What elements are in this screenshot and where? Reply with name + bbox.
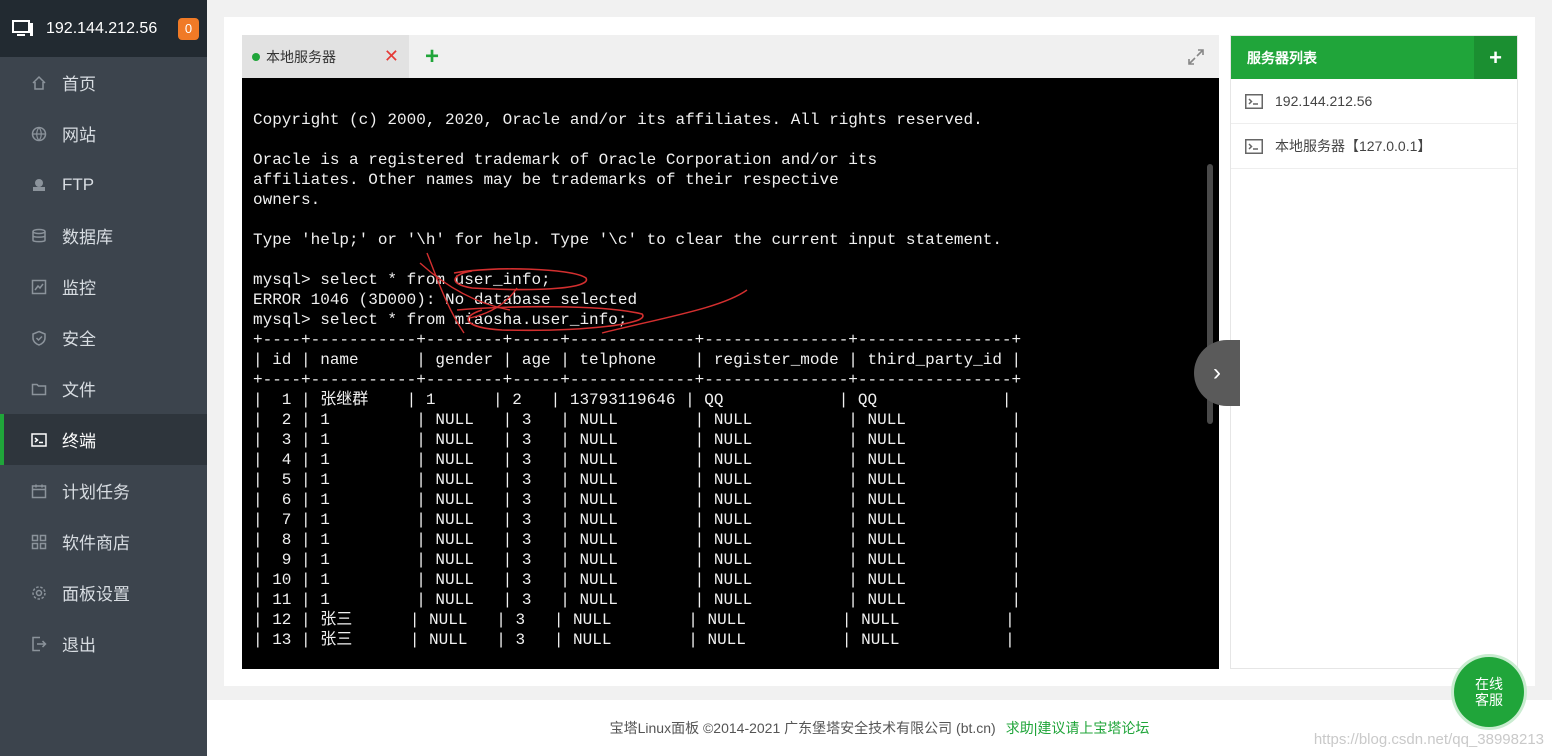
watermark: https://blog.csdn.net/qq_38998213 bbox=[1313, 731, 1544, 748]
globe-icon bbox=[30, 125, 48, 143]
sidebar-item-label: 监控 bbox=[62, 279, 96, 298]
sidebar-item-store[interactable]: 软件商店 bbox=[0, 516, 207, 567]
sidebar-item-home[interactable]: 首页 bbox=[0, 57, 207, 108]
tab-local-server[interactable]: 本地服务器 ✕ bbox=[242, 35, 409, 78]
sidebar-item-monitor[interactable]: 监控 bbox=[0, 261, 207, 312]
ftp-icon bbox=[30, 176, 48, 194]
fullscreen-icon[interactable] bbox=[1187, 48, 1205, 66]
terminal-window: 本地服务器 ✕ + Copyright (c) 2000, 2020, Orac… bbox=[242, 35, 1219, 669]
terminal-icon bbox=[1245, 138, 1263, 154]
sidebar-item-label: 计划任务 bbox=[62, 483, 130, 502]
sidebar-item-label: FTP bbox=[62, 174, 95, 194]
online-support-button[interactable]: 在线 客服 bbox=[1454, 657, 1524, 727]
sidebar-item-logout[interactable]: 退出 bbox=[0, 618, 207, 669]
sidebar-nav: 首页 网站 FTP 数据库 监控 安全 文件 终端 计划任务 软件商店 面板设置… bbox=[0, 57, 207, 669]
sidebar-header: 192.144.212.56 0 bbox=[0, 0, 207, 57]
terminal-line: | 3 | 1 | NULL | 3 | NULL | NULL | NULL … bbox=[253, 431, 1022, 449]
terminal-line: | 9 | 1 | NULL | 3 | NULL | NULL | NULL … bbox=[253, 551, 1022, 569]
server-item-label: 192.144.212.56 bbox=[1275, 93, 1373, 109]
shield-icon bbox=[30, 329, 48, 347]
calendar-icon bbox=[30, 482, 48, 500]
terminal-line: +----+-----------+--------+-----+-------… bbox=[253, 331, 1022, 349]
server-item[interactable]: 192.144.212.56 bbox=[1231, 79, 1517, 124]
add-server-button[interactable]: + bbox=[1474, 36, 1517, 79]
terminal-tab-bar: 本地服务器 ✕ + bbox=[242, 35, 1219, 78]
terminal-line: ERROR 1046 (3D000): No database selected bbox=[253, 291, 638, 309]
terminal-line: | 10 | 1 | NULL | 3 | NULL | NULL | NULL… bbox=[253, 571, 1022, 589]
status-dot-icon bbox=[252, 52, 260, 61]
terminal-line: mysql> select * from user_info; bbox=[253, 271, 551, 289]
main-panel: 本地服务器 ✕ + Copyright (c) 2000, 2020, Orac… bbox=[224, 17, 1535, 686]
server-list-header: 服务器列表 + bbox=[1231, 36, 1517, 79]
terminal-line: Type 'help;' or '\h' for help. Type '\c'… bbox=[253, 231, 1002, 249]
sidebar-item-terminal[interactable]: 终端 bbox=[0, 414, 207, 465]
add-tab-icon[interactable]: + bbox=[425, 43, 439, 71]
home-icon bbox=[30, 74, 48, 92]
sidebar-item-label: 软件商店 bbox=[62, 534, 130, 553]
notification-badge[interactable]: 0 bbox=[178, 17, 199, 40]
sidebar-item-label: 文件 bbox=[62, 381, 96, 400]
terminal-line: mysql> select * from miaosha.user_info; bbox=[253, 311, 628, 329]
terminal-line: | 2 | 1 | NULL | 3 | NULL | NULL | NULL … bbox=[253, 411, 1022, 429]
settings-icon bbox=[30, 584, 48, 602]
close-tab-icon[interactable]: ✕ bbox=[384, 46, 399, 67]
terminal-line: Oracle is a registered trademark of Orac… bbox=[253, 151, 878, 169]
sidebar-item-ftp[interactable]: FTP bbox=[0, 159, 207, 210]
database-icon bbox=[30, 227, 48, 245]
terminal-screen[interactable]: Copyright (c) 2000, 2020, Oracle and/or … bbox=[242, 78, 1219, 669]
sidebar-item-label: 退出 bbox=[62, 636, 96, 655]
terminal-line: | 7 | 1 | NULL | 3 | NULL | NULL | NULL … bbox=[253, 511, 1022, 529]
sidebar-item-label: 网站 bbox=[62, 126, 96, 145]
sidebar-item-cron[interactable]: 计划任务 bbox=[0, 465, 207, 516]
terminal-line: Copyright (c) 2000, 2020, Oracle and/or … bbox=[253, 111, 983, 129]
host-address: 192.144.212.56 bbox=[46, 19, 158, 37]
sidebar-item-files[interactable]: 文件 bbox=[0, 363, 207, 414]
terminal-line: | 13 | 张三 | NULL | 3 | NULL | NULL | NUL… bbox=[253, 631, 1015, 649]
terminal-line: | 5 | 1 | NULL | 3 | NULL | NULL | NULL … bbox=[253, 471, 1022, 489]
terminal-line: affiliates. Other names may be trademark… bbox=[253, 171, 839, 189]
folder-icon bbox=[30, 380, 48, 398]
monitor-chart-icon bbox=[30, 278, 48, 296]
terminal-line: | 6 | 1 | NULL | 3 | NULL | NULL | NULL … bbox=[253, 491, 1022, 509]
forum-link[interactable]: 求助|建议请上宝塔论坛 bbox=[1006, 718, 1150, 738]
terminal-line: | 11 | 1 | NULL | 3 | NULL | NULL | NULL… bbox=[253, 591, 1022, 609]
monitor-icon bbox=[12, 19, 33, 36]
sidebar-item-label: 安全 bbox=[62, 330, 96, 349]
server-list-title: 服务器列表 bbox=[1247, 49, 1317, 66]
sidebar-item-label: 面板设置 bbox=[62, 585, 130, 604]
sidebar-item-label: 首页 bbox=[62, 75, 96, 94]
terminal-line: | 12 | 张三 | NULL | 3 | NULL | NULL | NUL… bbox=[253, 611, 1015, 629]
footer-copyright: 宝塔Linux面板 ©2014-2021 广东堡塔安全技术有限公司 (bt.cn… bbox=[609, 720, 996, 736]
terminal-icon bbox=[30, 431, 48, 449]
terminal-line: | id | name | gender | age | telphone | … bbox=[253, 351, 1022, 369]
sidebar-item-settings[interactable]: 面板设置 bbox=[0, 567, 207, 618]
terminal-line: | 8 | 1 | NULL | 3 | NULL | NULL | NULL … bbox=[253, 531, 1022, 549]
sidebar-item-security[interactable]: 安全 bbox=[0, 312, 207, 363]
terminal-line: | 4 | 1 | NULL | 3 | NULL | NULL | NULL … bbox=[253, 451, 1022, 469]
terminal-line: +----+-----------+--------+-----+-------… bbox=[253, 371, 1022, 389]
apps-icon bbox=[30, 533, 48, 551]
tab-label: 本地服务器 bbox=[266, 48, 336, 65]
server-item-label: 本地服务器【127.0.0.1】 bbox=[1275, 138, 1432, 154]
sidebar-item-label: 终端 bbox=[62, 432, 96, 451]
sidebar-item-database[interactable]: 数据库 bbox=[0, 210, 207, 261]
terminal-line: | 1 | 张继群 | 1 | 2 | 13793119646 | QQ | Q… bbox=[253, 391, 1012, 409]
terminal-icon bbox=[1245, 93, 1263, 109]
sidebar: 192.144.212.56 0 首页 网站 FTP 数据库 监控 安全 文件 … bbox=[0, 0, 207, 756]
chat-line2: 客服 bbox=[1475, 692, 1503, 708]
terminal-line: owners. bbox=[253, 191, 321, 209]
logout-icon bbox=[30, 635, 48, 653]
server-item[interactable]: 本地服务器【127.0.0.1】 bbox=[1231, 124, 1517, 169]
sidebar-item-label: 数据库 bbox=[62, 228, 113, 247]
chat-line1: 在线 bbox=[1475, 676, 1503, 692]
server-list-panel: 服务器列表 + 192.144.212.56 本地服务器【127.0.0.1】 bbox=[1230, 35, 1518, 669]
sidebar-item-website[interactable]: 网站 bbox=[0, 108, 207, 159]
terminal-output: Copyright (c) 2000, 2020, Oracle and/or … bbox=[253, 110, 1021, 650]
